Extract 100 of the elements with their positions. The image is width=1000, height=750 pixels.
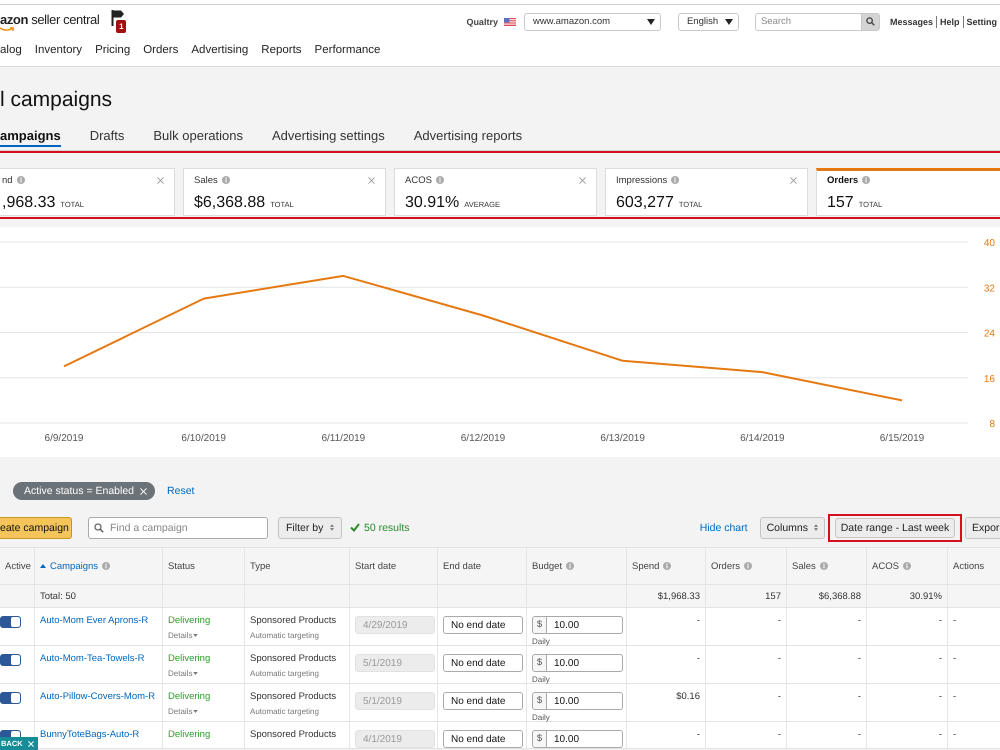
type-text: Sponsored Products <box>250 729 336 741</box>
header-link[interactable]: Messages <box>886 16 936 28</box>
date-range-button[interactable]: Date range - Last week <box>835 518 955 538</box>
status-text: Delivering <box>168 653 210 665</box>
language-select[interactable]: English <box>678 12 739 30</box>
column-header[interactable]: Campaigns <box>40 560 110 572</box>
toggle-switch[interactable] <box>0 616 21 628</box>
orders-value: - <box>778 729 781 740</box>
close-icon[interactable] <box>157 176 164 184</box>
acos-value: - <box>938 691 942 702</box>
nav-link[interactable]: Orders <box>143 44 178 56</box>
nav-link[interactable]: Reports <box>261 44 302 56</box>
column-header[interactable]: Spend <box>632 560 672 572</box>
end-date-field[interactable]: No end date <box>443 692 523 710</box>
column-header[interactable]: ACOS <box>872 560 911 572</box>
details-link[interactable]: Details <box>168 631 198 640</box>
budget-field[interactable]: 10.00 <box>547 654 623 672</box>
tab[interactable]: Advertising reports <box>414 126 522 147</box>
columns-button[interactable]: Columns <box>760 516 825 538</box>
caret-icon <box>646 18 655 24</box>
column-header[interactable]: Budget <box>532 560 574 572</box>
nav-link[interactable]: Performance <box>314 44 380 56</box>
column-header[interactable]: Status <box>168 560 195 572</box>
toggle-switch[interactable] <box>0 730 21 737</box>
logo-text[interactable]: azon seller central <box>0 12 100 26</box>
total-sales: $6,368.88 <box>818 590 861 602</box>
close-icon[interactable] <box>368 176 375 184</box>
currency-prefix: $ <box>532 616 547 634</box>
campaign-link[interactable]: Auto-Pillow-Covers-Mom-R <box>40 691 156 703</box>
campaign-search-field[interactable]: Find a campaign <box>88 516 268 538</box>
orders-value: - <box>778 691 781 702</box>
column-header[interactable]: Orders <box>711 560 752 572</box>
tab[interactable]: ampaigns <box>0 126 61 147</box>
header-link[interactable]: Help <box>936 16 962 28</box>
caret-icon <box>193 672 198 675</box>
tab[interactable]: Advertising settings <box>272 126 385 147</box>
currency-prefix: $ <box>532 654 547 672</box>
column-header[interactable]: Sales <box>792 560 828 572</box>
toggle-switch[interactable] <box>0 654 21 666</box>
close-icon[interactable] <box>579 176 586 184</box>
column-header[interactable]: Active <box>5 560 31 572</box>
sales-value: - <box>858 615 861 626</box>
targeting-text: Automatic targeting <box>250 669 319 678</box>
actions-value: - <box>953 691 956 702</box>
spend-value: - <box>696 729 700 740</box>
search-icon <box>866 17 875 26</box>
hide-chart-link[interactable]: Hide chart <box>700 522 748 534</box>
column-header[interactable]: End date <box>443 560 482 572</box>
details-link[interactable]: Details <box>168 669 198 678</box>
currency-prefix: $ <box>532 730 547 748</box>
create-campaign-button[interactable]: eate campaign <box>0 516 72 538</box>
search-icon <box>94 522 104 532</box>
info-icon <box>16 176 25 184</box>
tab[interactable]: Bulk operations <box>153 126 243 147</box>
close-icon[interactable] <box>790 176 797 184</box>
column-header[interactable]: Start date <box>355 560 396 572</box>
campaign-link[interactable]: Auto-Mom-Tea-Towels-R <box>40 653 145 665</box>
column-header[interactable]: Actions <box>953 560 984 572</box>
nav-link[interactable]: Pricing <box>95 44 130 56</box>
campaign-link[interactable]: Auto-Mom Ever Aprons-R <box>40 615 148 627</box>
y-tick-label: 16 <box>984 374 995 385</box>
acos-value: - <box>938 729 942 740</box>
tab[interactable]: Drafts <box>90 126 124 147</box>
budget-period-text: Daily <box>532 675 550 684</box>
search-field[interactable]: Search <box>754 12 861 30</box>
y-tick-label: 32 <box>984 283 995 294</box>
end-date-field[interactable]: No end date <box>443 654 523 672</box>
orders-value: - <box>778 653 781 664</box>
spend-value: $0.16 <box>676 691 700 702</box>
column-header[interactable]: Type <box>250 560 271 572</box>
search-button[interactable] <box>860 12 880 30</box>
targeting-text: Automatic targeting <box>250 631 319 640</box>
export-button[interactable]: Expor <box>965 516 1000 538</box>
reset-link[interactable]: Reset <box>167 482 194 500</box>
toggle-switch[interactable] <box>0 692 21 704</box>
nav-link[interactable]: alog <box>0 44 22 56</box>
nav-link[interactable]: Advertising <box>191 44 248 56</box>
info-icon <box>663 562 672 570</box>
nav-link[interactable]: Inventory <box>34 44 82 56</box>
header-link[interactable]: Setting <box>962 16 1000 28</box>
status-text: Delivering <box>168 691 210 703</box>
filter-chip[interactable]: Active status = Enabled <box>13 482 156 500</box>
actions-value: - <box>953 615 956 626</box>
campaign-link[interactable]: BunnyToteBags-Auto-R <box>40 729 140 741</box>
marketplace-select[interactable]: www.amazon.com <box>524 12 661 30</box>
budget-field[interactable]: 10.00 <box>547 730 623 748</box>
metric-value: ,968.33 <box>2 194 56 212</box>
acos-value: - <box>938 615 942 626</box>
status-text: Delivering <box>168 729 210 741</box>
end-date-field[interactable]: No end date <box>443 616 523 634</box>
info-icon <box>222 176 230 184</box>
budget-field[interactable]: 10.00 <box>547 692 623 710</box>
budget-field[interactable]: 10.00 <box>547 616 623 634</box>
caret-icon <box>724 18 733 24</box>
metric-label: ACOS <box>405 174 432 186</box>
details-link[interactable]: Details <box>168 707 198 716</box>
end-date-field[interactable]: No end date <box>443 730 523 748</box>
filter-by-button[interactable]: Filter by <box>278 516 342 538</box>
sales-value: - <box>858 653 861 664</box>
x-tick-label: 6/11/2019 <box>321 433 366 444</box>
